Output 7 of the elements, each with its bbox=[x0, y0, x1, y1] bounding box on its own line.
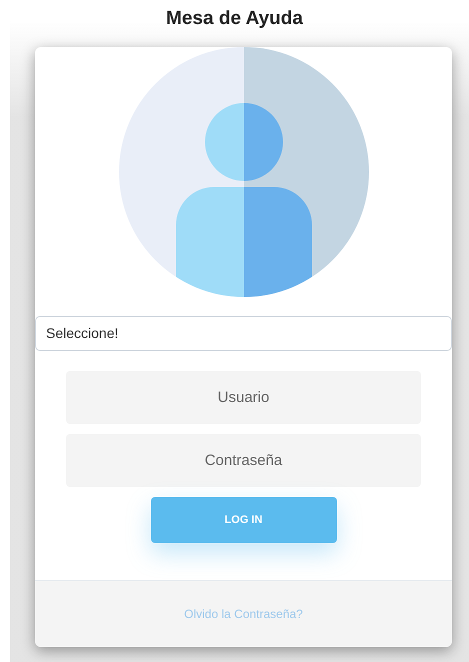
user-avatar-icon bbox=[118, 47, 368, 297]
login-button[interactable]: LOG IN bbox=[150, 497, 336, 543]
input-field[interactable]: Contraseña bbox=[66, 434, 421, 487]
input-field[interactable]: Usuario bbox=[66, 371, 421, 424]
forgot-password-link[interactable]: Olvido la Contraseña? bbox=[184, 605, 303, 623]
page-title: Mesa de Ayuda bbox=[166, 7, 303, 31]
select-dropdown[interactable]: Seleccione! bbox=[35, 316, 452, 351]
